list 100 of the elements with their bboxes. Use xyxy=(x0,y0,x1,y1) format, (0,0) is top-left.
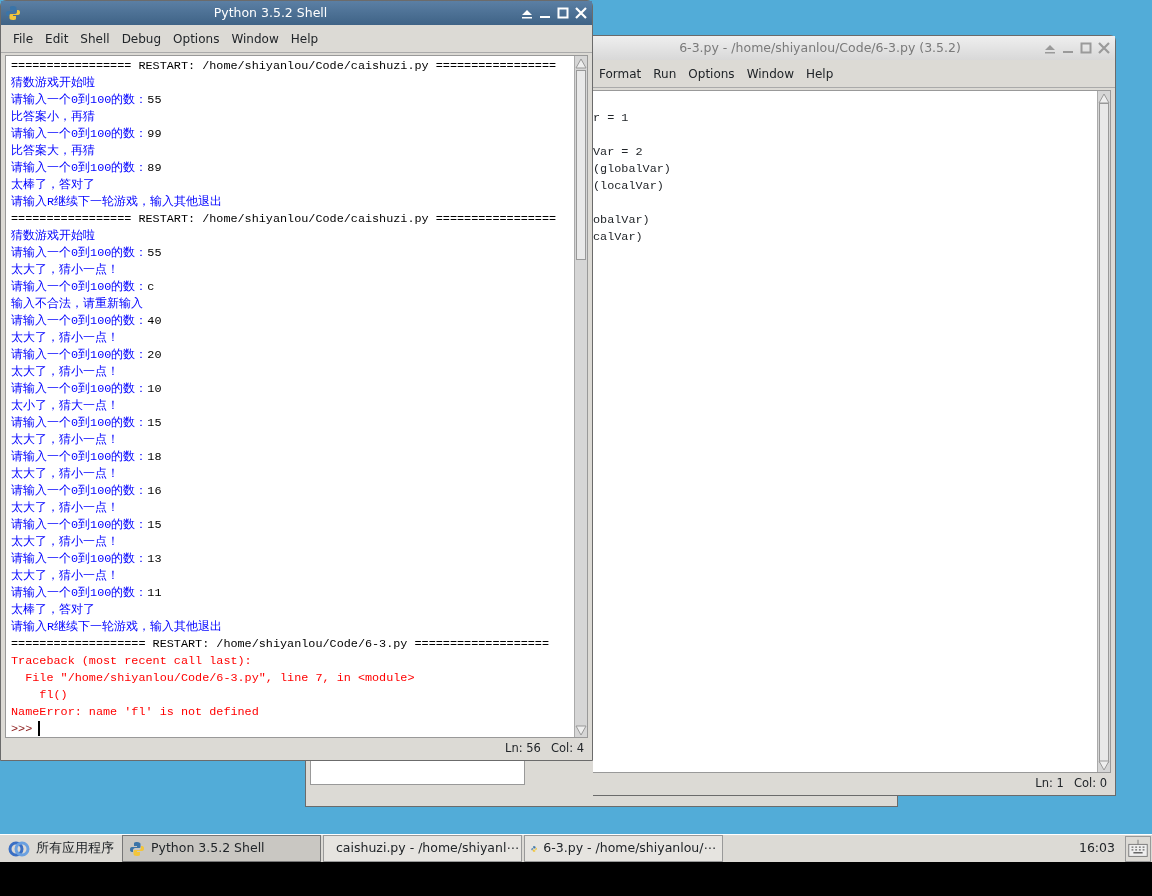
input-text: 15 xyxy=(147,416,162,430)
column-status: Col: 0 xyxy=(1073,775,1107,793)
text-cursor xyxy=(38,721,41,737)
output-line: 请输入R继续下一轮游戏，输入其他退出 xyxy=(11,195,223,209)
close-icon[interactable] xyxy=(1097,41,1111,55)
input-text: 10 xyxy=(147,382,162,396)
error-line: fl() xyxy=(38,688,68,702)
input-text: 13 xyxy=(147,552,162,566)
input-text: 15 xyxy=(147,518,162,532)
line-number-status: Ln: 56 xyxy=(505,740,541,758)
text-area[interactable] xyxy=(310,760,525,785)
menu-item[interactable]: Format xyxy=(593,64,648,83)
output-line: 太大了，猜小一点！ xyxy=(11,569,119,583)
line-number-status: Ln: 1 xyxy=(1035,775,1064,793)
restart-line: ================= RESTART: /home/shiyanlou/Code/caishuzi.py ================= xyxy=(11,59,557,73)
restart-line: ================= RESTART: /home/shiyanlou/Code/caishuzi.py ================= xyxy=(11,212,557,226)
start-logo-icon xyxy=(8,840,30,857)
shell-prompt: >>> xyxy=(11,722,33,736)
prompt-text: 请输入一个0到100的数： xyxy=(11,552,148,566)
prompt-text: 请输入一个0到100的数： xyxy=(11,518,148,532)
output-line: 太大了，猜小一点！ xyxy=(11,331,119,345)
prompt-text: 请输入一个0到100的数： xyxy=(11,450,148,464)
scroll-thumb[interactable] xyxy=(1099,103,1109,763)
input-text: c xyxy=(147,280,155,294)
start-label: 所有应用程序 xyxy=(36,839,114,858)
menu-item[interactable]: Window xyxy=(225,29,285,48)
clock: 16:03 xyxy=(1078,839,1116,858)
prompt-text: 请输入一个0到100的数： xyxy=(11,382,148,396)
menu-item[interactable]: Window xyxy=(740,64,800,83)
prompt-text: 请输入一个0到100的数： xyxy=(11,416,148,430)
input-text: 16 xyxy=(147,484,162,498)
code-line: Var = 2 xyxy=(593,145,643,159)
taskbar-button[interactable]: Python 3.5.2 Shell xyxy=(122,835,321,862)
code-line: (globalVar) xyxy=(593,162,671,176)
taskbar-label: 6-3.py - /home/shiyanlou/⋯ xyxy=(543,839,716,858)
python-logo-icon xyxy=(129,840,145,857)
output-line: 太大了，猜小一点！ xyxy=(11,501,119,515)
output-line: 太大了，猜小一点！ xyxy=(11,365,119,379)
output-line: 太小了，猜大一点！ xyxy=(11,399,119,413)
menu-item[interactable]: Debug xyxy=(115,29,168,48)
menu-item[interactable]: Help xyxy=(284,29,325,48)
input-text: 55 xyxy=(147,246,162,260)
window-title: 6-3.py - /home/shiyanlou/Code/6-3.py (3.5.2) xyxy=(678,38,962,57)
start-menu-button[interactable]: 所有应用程序 xyxy=(0,835,122,862)
input-text: 99 xyxy=(147,127,162,141)
code-line: (localVar) xyxy=(593,179,664,193)
output-line: 输入不合法，请重新输入 xyxy=(11,297,143,311)
input-text: 40 xyxy=(147,314,162,328)
scrollbar[interactable] xyxy=(574,56,587,737)
menu-item[interactable]: Shell xyxy=(74,29,116,48)
prompt-text: 请输入一个0到100的数： xyxy=(11,93,148,107)
prompt-text: 请输入一个0到100的数： xyxy=(11,586,148,600)
input-text: 89 xyxy=(147,161,162,175)
scroll-down-icon[interactable] xyxy=(1098,759,1110,771)
code-line: obalVar) xyxy=(593,213,650,227)
output-line: 太大了，猜小一点！ xyxy=(11,433,119,447)
menu-item[interactable]: Edit xyxy=(39,29,75,48)
keyboard-icon[interactable] xyxy=(1125,835,1151,862)
menu-item[interactable]: Help xyxy=(799,64,840,83)
input-text: 55 xyxy=(147,93,162,107)
taskbar-label: Python 3.5.2 Shell xyxy=(151,839,265,858)
maximize-icon[interactable] xyxy=(1079,41,1093,55)
output-line: 猜数游戏开始啦 xyxy=(11,76,95,90)
menu-item[interactable]: Options xyxy=(682,64,741,83)
prompt-text: 请输入一个0到100的数： xyxy=(11,484,148,498)
output-line: 太大了，猜小一点！ xyxy=(11,535,119,549)
input-text: 18 xyxy=(147,450,162,464)
taskbar-label: caishuzi.py - /home/shiyanl⋯ xyxy=(336,839,519,858)
prompt-text: 请输入一个0到100的数： xyxy=(11,314,148,328)
output-line: 比答案小，再猜 xyxy=(11,110,95,124)
taskbar-button[interactable]: caishuzi.py - /home/shiyanl⋯ xyxy=(323,835,522,862)
output-line: 太棒了，答对了 xyxy=(11,178,95,192)
code-line: r = 1 xyxy=(593,111,629,125)
scroll-thumb[interactable] xyxy=(576,70,586,260)
window-title: Python 3.5.2 Shell xyxy=(212,3,329,22)
menu-item[interactable]: Run xyxy=(647,64,683,83)
output-line: 请输入R继续下一轮游戏，输入其他退出 xyxy=(11,620,223,634)
error-line: NameError: name 'fl' is not defined xyxy=(11,705,259,719)
prompt-text: 请输入一个0到100的数： xyxy=(11,348,148,362)
output-line: 太大了，猜小一点！ xyxy=(11,263,119,277)
taskbar-button[interactable]: 6-3.py - /home/shiyanlou/⋯ xyxy=(524,835,723,862)
column-status: Col: 4 xyxy=(550,740,584,758)
scrollbar[interactable] xyxy=(1097,91,1110,772)
python-logo-icon xyxy=(5,5,21,21)
prompt-text: 请输入一个0到100的数： xyxy=(11,246,148,260)
code-line: calVar) xyxy=(593,230,643,244)
error-line: File "/home/shiyanlou/Code/6-3.py", line 7, in <module> xyxy=(24,671,415,685)
output-line: 太棒了，答对了 xyxy=(11,603,95,617)
restart-line: =================== RESTART: /home/shiyanlou/Code/6-3.py =================== xyxy=(11,637,550,651)
prompt-text: 请输入一个0到100的数： xyxy=(11,161,148,175)
menu-item[interactable]: File xyxy=(7,29,40,48)
prompt-text: 请输入一个0到100的数： xyxy=(11,127,148,141)
error-line: Traceback (most recent call last): xyxy=(11,654,252,668)
prompt-text: 请输入一个0到100的数： xyxy=(11,280,148,294)
output-line: 太大了，猜小一点！ xyxy=(11,467,119,481)
scroll-down-icon[interactable] xyxy=(575,724,587,736)
output-line: 比答案大，再猜 xyxy=(11,144,95,158)
input-text: 11 xyxy=(147,586,162,600)
input-text: 20 xyxy=(147,348,162,362)
menu-item[interactable]: Options xyxy=(167,29,226,48)
